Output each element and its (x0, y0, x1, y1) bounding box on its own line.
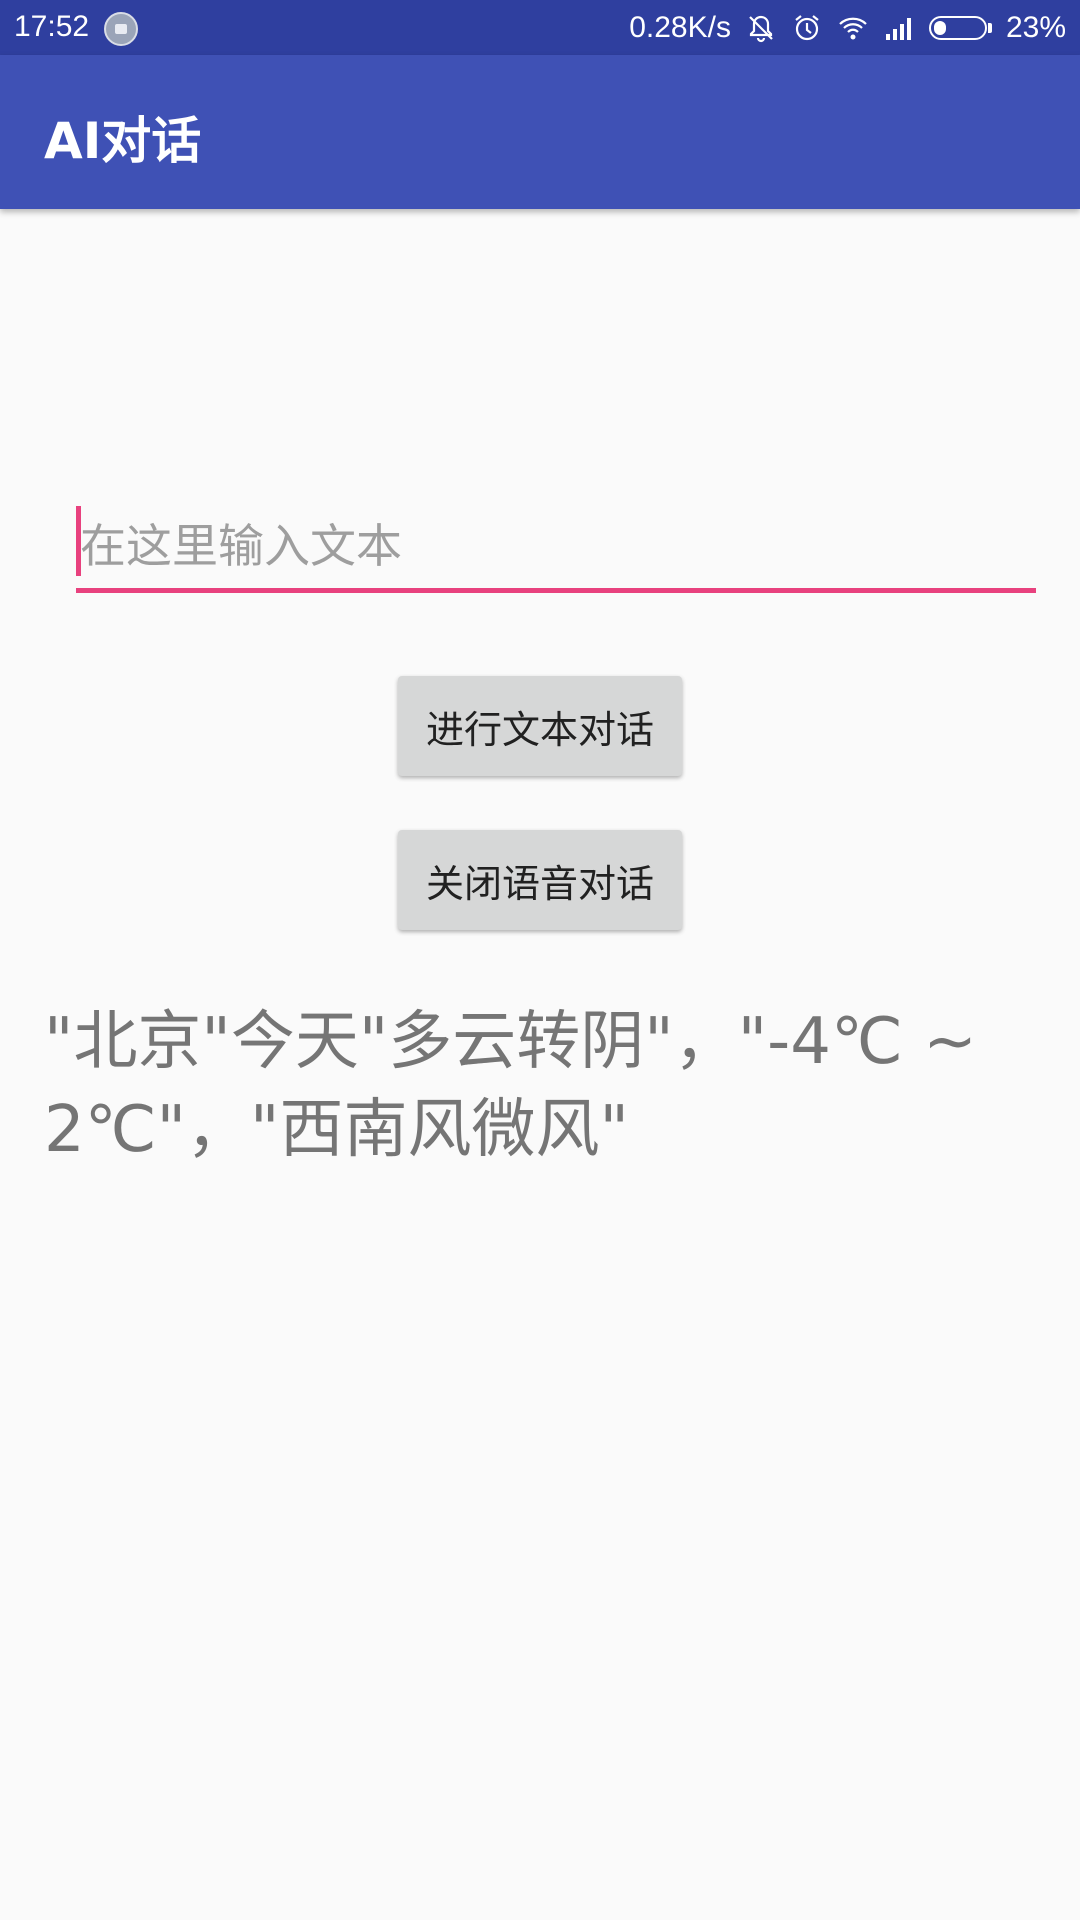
battery-icon (928, 15, 992, 40)
mute-bell-icon (749, 15, 773, 42)
text-chat-button[interactable]: 进行文本对话 (398, 676, 682, 776)
cell-signal-icon (885, 17, 911, 40)
screen: 17:52 0.28K/s 23% AI对话 在这里输入文本 进行文本对话 关闭… (0, 0, 1080, 1920)
app-title: AI对话 (44, 112, 202, 170)
close-voice-chat-button[interactable]: 关闭语音对话 (398, 830, 682, 930)
app-bar: AI对话 (0, 55, 1080, 209)
status-bar: 17:52 0.28K/s 23% (0, 0, 1080, 55)
battery-percent: 23% (1005, 10, 1066, 44)
wifi-icon (839, 17, 867, 39)
status-time: 17:52 (14, 10, 90, 43)
notification-app-icon (104, 12, 138, 46)
text-input[interactable] (76, 504, 1036, 588)
status-icons: 0.28K/s 23% (629, 0, 1066, 55)
input-underline (76, 588, 1036, 593)
text-input-container (76, 504, 1036, 594)
text-cursor (76, 506, 81, 576)
alarm-icon (795, 14, 819, 40)
response-text: "北京"今天"多云转阴"，"-4℃ ~ 2℃"，"西南风微风" (44, 1005, 977, 1167)
network-speed: 0.28K/s (629, 10, 731, 44)
